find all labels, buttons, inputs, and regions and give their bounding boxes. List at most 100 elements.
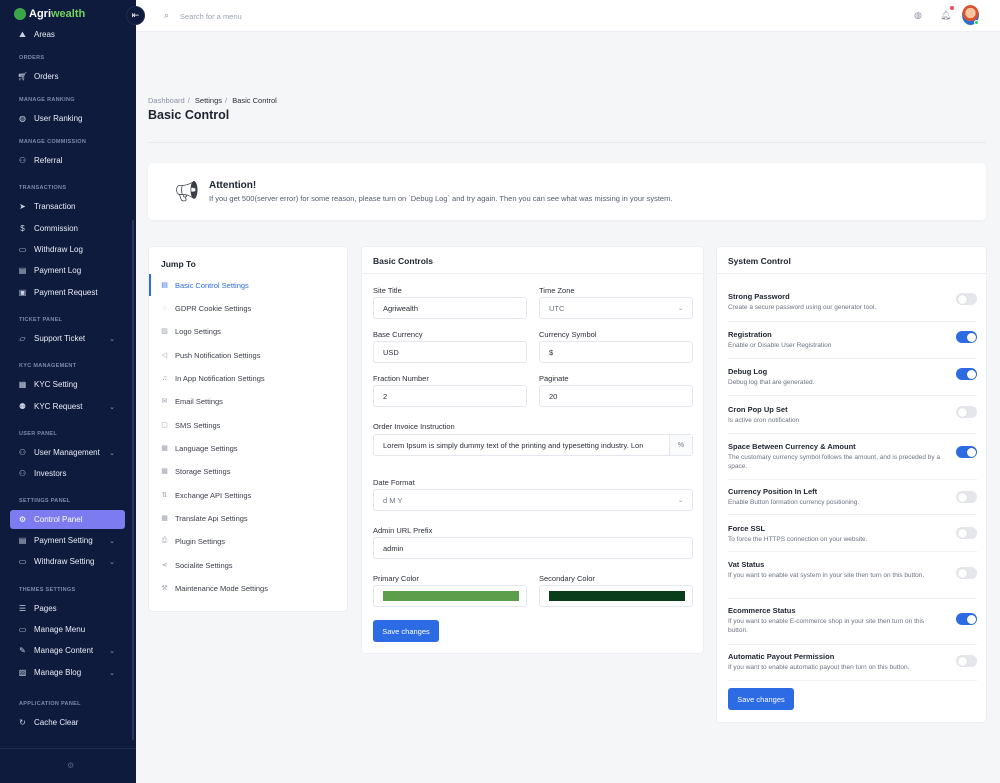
sidebar-item-pages[interactable]: ☰ Pages: [10, 599, 125, 618]
jump-item-in-app[interactable]: ♫ In App Notification Settings: [149, 367, 348, 389]
brand-logo[interactable]: Agriwealth: [14, 8, 85, 20]
sidebar-item-manage-blog[interactable]: ▨ Manage Blog ⌄: [10, 663, 125, 682]
debug-log-toggle[interactable]: [956, 368, 977, 380]
users-icon: ⚇: [18, 156, 27, 165]
invoice-instruction-input[interactable]: Lorem Ipsum is simply dummy text of the …: [373, 434, 693, 456]
jump-item-push[interactable]: ◁ Push Notification Settings: [149, 344, 348, 366]
alert-title: Attention!: [209, 180, 257, 191]
jump-item-gdpr[interactable]: ◌ GDPR Cookie Settings: [149, 297, 348, 319]
sidebar-collapse-button[interactable]: ⇤: [126, 6, 145, 25]
sidebar-item-kyc-setting[interactable]: ▦ KYC Setting: [10, 375, 125, 394]
jump-item-sms[interactable]: ▢ SMS Settings: [149, 414, 348, 436]
secondary-color-picker[interactable]: [539, 585, 693, 607]
strong-password-toggle[interactable]: [956, 293, 977, 305]
jump-item-exchange[interactable]: ⇅ Exchange API Settings: [149, 484, 348, 506]
currency-space-toggle[interactable]: [956, 446, 977, 458]
topbar: ⌕ ◍ 🔔︎: [136, 0, 1000, 32]
breadcrumb: Dashboard / Settings / Basic Control: [148, 96, 280, 105]
force-ssl-toggle[interactable]: [956, 527, 977, 539]
admin-prefix-input[interactable]: admin: [373, 537, 693, 559]
sidebar-item-control-panel[interactable]: ⚙ Control Panel: [10, 510, 125, 529]
globe-icon[interactable]: ◍: [914, 10, 922, 21]
jump-item-storage[interactable]: ▦ Storage Settings: [149, 460, 348, 482]
sidebar-item-withdraw-log[interactable]: ▭ Withdraw Log: [10, 240, 125, 259]
id-icon: ▦: [18, 380, 27, 389]
system-save-button[interactable]: Save changes: [728, 688, 794, 710]
brand-name: Agriwealth: [29, 8, 86, 20]
date-format-select[interactable]: d M Y ⌄: [373, 489, 693, 511]
breadcrumb-dashboard[interactable]: Dashboard: [148, 96, 185, 105]
gear-icon[interactable]: ⚙: [67, 761, 74, 770]
card-icon: ▤: [18, 266, 27, 275]
system-control-card: System Control Strong Password Create a s…: [716, 246, 987, 723]
sidebar-item-investors[interactable]: ⚇ Investors: [10, 464, 125, 483]
collapse-icon: ⇤: [131, 10, 140, 20]
base-currency-input[interactable]: USD: [373, 341, 527, 363]
primary-color-swatch: [383, 591, 519, 601]
sidebar-item-user-management[interactable]: ⚇ User Management ⌄: [10, 443, 125, 462]
currency-symbol-input[interactable]: $: [539, 341, 693, 363]
attention-alert: 📢︎ Attention! If you get 500(server erro…: [148, 163, 986, 220]
message-icon: ▢: [161, 422, 168, 429]
jump-item-translate[interactable]: ▦ Translate Api Settings: [149, 507, 348, 529]
section-label: SETTINGS PANEL: [19, 498, 71, 504]
sidebar-item-manage-content[interactable]: ✎ Manage Content ⌄: [10, 641, 125, 660]
paginate-input[interactable]: 20: [539, 385, 693, 407]
jump-item-maintenance[interactable]: ⚒ Maintenance Mode Settings: [149, 577, 348, 599]
storage-icon: ▦: [161, 468, 168, 475]
bell-icon: ♫: [161, 374, 168, 382]
vat-status-toggle[interactable]: [956, 567, 977, 579]
sidebar-item-withdraw-setting[interactable]: ▭ Withdraw Setting ⌄: [10, 552, 125, 571]
sidebar-item-payment-setting[interactable]: ▤ Payment Setting ⌄: [10, 531, 125, 550]
fraction-number-input[interactable]: 2: [373, 385, 527, 407]
sidebar-item-cache-clear[interactable]: ↻ Cache Clear: [10, 713, 125, 732]
cron-popup-toggle[interactable]: [956, 406, 977, 418]
bell-icon[interactable]: 🔔︎: [940, 10, 951, 21]
list-icon: ☰: [18, 604, 27, 613]
sidebar-footer: ⚙: [0, 748, 136, 783]
sidebar-item-payment-log[interactable]: ▤ Payment Log: [10, 261, 125, 280]
setting-row: Space Between Currency & Amount The custo…: [728, 442, 977, 480]
breadcrumb-settings[interactable]: Settings: [195, 96, 222, 105]
jump-item-plugin[interactable]: ⎙ Plugin Settings: [149, 530, 348, 552]
chevron-down-icon: ⌄: [109, 647, 115, 655]
card-icon: ▤: [18, 536, 27, 545]
chevron-down-icon: ⌄: [109, 558, 115, 566]
setting-row: Ecommerce Status If you want to enable E-…: [728, 606, 977, 645]
search-input[interactable]: [180, 9, 380, 23]
sidebar-item-support-ticket[interactable]: ▱ Support Ticket ⌄: [10, 329, 125, 348]
jump-item-socialite[interactable]: ⋖ Socialite Settings: [149, 554, 348, 576]
site-title-input[interactable]: Agriwealth: [373, 297, 527, 319]
sidebar-item-manage-menu[interactable]: ▭ Manage Menu: [10, 620, 125, 639]
section-label: MANAGE RANKING: [19, 97, 75, 103]
jump-item-logo[interactable]: ▨ Logo Settings: [149, 320, 348, 342]
auto-payout-toggle[interactable]: [956, 655, 977, 667]
jump-item-email[interactable]: ✉ Email Settings: [149, 390, 348, 412]
setting-row: Registration Enable or Disable User Regis…: [728, 330, 977, 359]
notification-badge: [950, 6, 954, 10]
ecommerce-status-toggle[interactable]: [956, 613, 977, 625]
sidebar-item-payment-request[interactable]: ▣ Payment Request: [10, 283, 125, 302]
paginate-label: Paginate: [539, 374, 569, 383]
sidebar-item-user-ranking[interactable]: ◍ User Ranking: [10, 109, 125, 128]
sidebar-item-transaction[interactable]: ➤ Transaction: [10, 197, 125, 216]
sidebar-item-areas[interactable]: ⛰ Areas: [10, 25, 125, 44]
translate-icon: ▦: [161, 515, 168, 522]
jump-item-language[interactable]: ▦ Language Settings: [149, 437, 348, 459]
divider: [362, 273, 703, 274]
sidebar-item-orders[interactable]: 🛒︎ Orders: [10, 67, 125, 86]
primary-color-picker[interactable]: [373, 585, 527, 607]
timezone-select[interactable]: UTC ⌄: [539, 297, 693, 319]
divider: [717, 273, 986, 274]
registration-toggle[interactable]: [956, 331, 977, 343]
image-icon: ▨: [161, 328, 168, 335]
currency-left-toggle[interactable]: [956, 491, 977, 503]
site-title-label: Site Title: [373, 286, 402, 295]
basic-save-button[interactable]: Save changes: [373, 620, 439, 642]
share-icon: ⋖: [161, 562, 168, 569]
jump-item-basic-control[interactable]: ▤ Basic Control Settings: [149, 274, 348, 296]
sidebar-item-commission[interactable]: $ Commission: [10, 219, 125, 238]
sidebar-scrollbar[interactable]: [132, 220, 134, 740]
sidebar-item-kyc-request[interactable]: ⚉ KYC Request ⌄: [10, 397, 125, 416]
sidebar-item-referral[interactable]: ⚇ Referral: [10, 151, 125, 170]
